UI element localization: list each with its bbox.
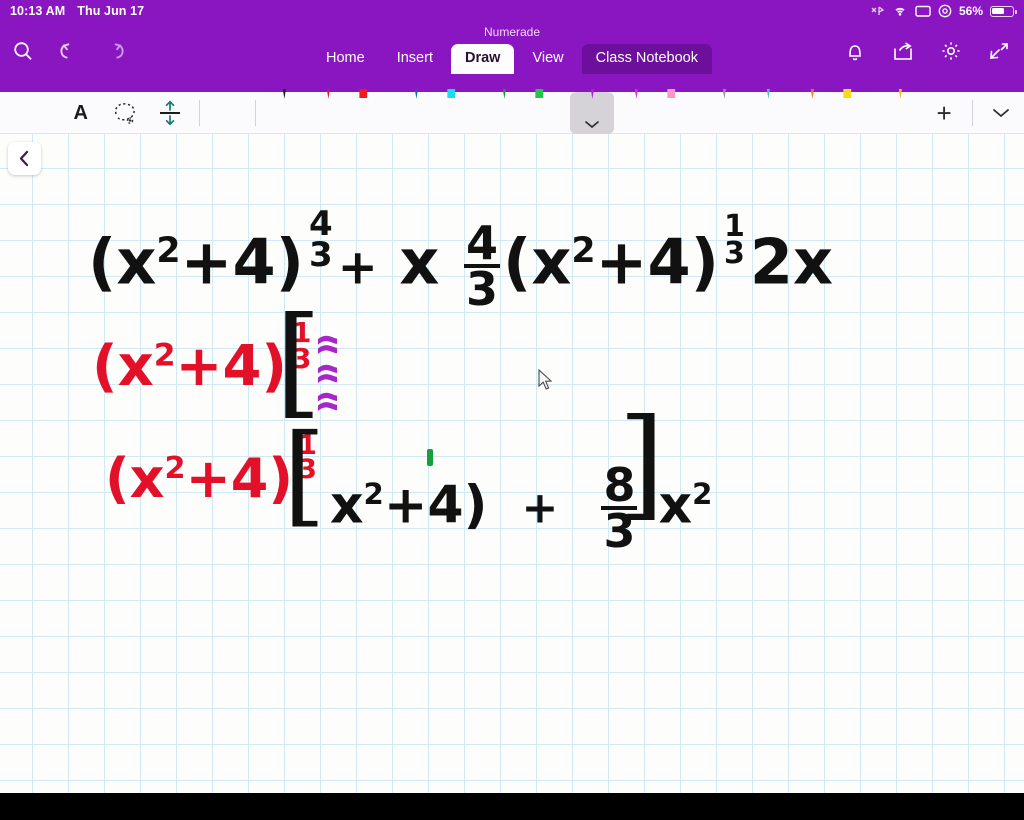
ink-line2-square: 2 xyxy=(153,337,176,374)
ipad-onenote-window: 10:13 AM Thu Jun 17 56% Numerade Home In… xyxy=(0,0,1024,820)
handwriting-line-1: (x2+4) 4 3 + x 4 3 (x2+4) 1 3 2x xyxy=(88,207,833,317)
status-bar-left: 10:13 AM Thu Jun 17 xyxy=(10,4,144,18)
ios-status-bar: 10:13 AM Thu Jun 17 56% xyxy=(0,0,1024,22)
pen-gray[interactable] xyxy=(702,89,746,134)
tab-class-notebook[interactable]: Class Notebook xyxy=(581,44,712,74)
pen-cyan-icon xyxy=(447,89,473,98)
wifi-icon xyxy=(892,5,908,17)
ink-line2-plus: + xyxy=(521,482,559,534)
ink-line2-base: (x xyxy=(92,334,154,399)
tab-home[interactable]: Home xyxy=(312,44,379,74)
ink-line3-close: +4) xyxy=(185,447,294,510)
pen-crimson[interactable] xyxy=(306,89,350,134)
mouse-cursor xyxy=(538,368,554,396)
ink-line2-inner-square: 2 xyxy=(363,476,384,511)
ink-line1-x: x xyxy=(399,225,440,299)
pen-options-chevron-down-icon[interactable] xyxy=(584,116,600,134)
pen-yellow-hl-icon xyxy=(843,89,869,98)
pen-rainbow-icon xyxy=(755,89,781,99)
ink-line1-base2-open: (x xyxy=(503,225,572,299)
bluetooth-activity-icon xyxy=(871,5,885,17)
chevron-down-icon[interactable] xyxy=(979,92,1024,134)
ink-line2-close: +4) xyxy=(175,334,288,399)
ink-line2-bracket-close: ] xyxy=(618,394,665,533)
pen-black-icon xyxy=(271,89,297,99)
ink-line3-base: (x xyxy=(105,447,165,510)
ink-line1-exp-square: 2 xyxy=(156,230,181,271)
pen-orange-icon xyxy=(799,89,825,99)
pen-purple-icon xyxy=(579,89,605,99)
pen-rainbow[interactable] xyxy=(746,89,790,134)
ink-line2-inner-x: x xyxy=(330,475,364,536)
text-tool[interactable]: A xyxy=(59,92,102,134)
ink-line1-fraction-4-3: 4 3 xyxy=(464,216,501,317)
screen-bottom-bezel xyxy=(0,793,1024,820)
ink-line3-bracket-open: [ xyxy=(283,410,326,538)
pen-gold[interactable] xyxy=(878,89,922,134)
battery-percent-label: 56% xyxy=(958,4,983,18)
tab-insert[interactable]: Insert xyxy=(383,44,447,74)
status-date: Thu Jun 17 xyxy=(77,4,145,18)
pen-red[interactable] xyxy=(350,89,394,134)
collapse-navigation-button[interactable] xyxy=(8,142,41,175)
pen-magenta[interactable] xyxy=(614,89,658,134)
add-pen-button[interactable]: + xyxy=(922,92,965,134)
tab-view[interactable]: View xyxy=(518,44,577,74)
purple-scribble-out: ≈ ≈ ≈ xyxy=(313,329,337,415)
ink-line3-square: 2 xyxy=(164,451,186,486)
tab-draw[interactable]: Draw xyxy=(450,44,515,74)
insert-space-tool[interactable] xyxy=(148,92,193,134)
ink-line1-tail-2x: 2x xyxy=(749,225,833,299)
ink-line1-base2-square: 2 xyxy=(571,230,596,271)
ink-line1-power-1-3: 1 3 xyxy=(723,208,745,272)
pen-pink[interactable] xyxy=(658,89,702,134)
lasso-select-tool[interactable] xyxy=(102,92,147,134)
ink-line1-plus: + xyxy=(337,239,378,296)
pen-darkgreen[interactable] xyxy=(482,89,526,134)
ink-line1-base2-close: +4) xyxy=(595,225,719,299)
ink-line2-x-square: 2 xyxy=(692,476,713,511)
pen-orange[interactable] xyxy=(790,89,834,134)
note-canvas[interactable]: (x2+4) 4 3 + x 4 3 (x2+4) 1 3 2x (x2+4) … xyxy=(0,134,1024,793)
pen-purple[interactable] xyxy=(570,89,615,134)
pen-blue[interactable] xyxy=(394,89,438,134)
status-clock: 10:13 AM xyxy=(10,4,66,18)
pen-magenta-icon xyxy=(623,89,649,99)
pen-red-icon xyxy=(359,89,385,98)
pen-list xyxy=(262,89,922,134)
pen-cyan[interactable] xyxy=(438,89,482,134)
battery-icon xyxy=(990,5,1017,17)
collapse-ribbon-icon[interactable] xyxy=(984,36,1014,66)
app-ribbon: Numerade Home Insert Draw View Class Not… xyxy=(0,22,1024,92)
pen-gold-icon xyxy=(887,89,913,99)
gear-icon[interactable] xyxy=(936,36,966,66)
ribbon-right-actions xyxy=(840,36,1014,66)
at-sign-icon xyxy=(938,4,952,18)
pen-darkgreen-icon xyxy=(491,89,517,99)
toolbar-divider-3 xyxy=(971,100,973,126)
pen-green-icon xyxy=(535,89,561,98)
toolbar-divider-2 xyxy=(255,100,257,126)
ink-line1-power-4-3: 4 3 xyxy=(308,204,333,276)
ink-line1-base: (x xyxy=(88,225,157,299)
pen-yellow-hl[interactable] xyxy=(834,89,878,134)
bell-icon[interactable] xyxy=(840,36,870,66)
share-icon[interactable] xyxy=(888,36,918,66)
pen-black[interactable] xyxy=(262,89,306,134)
toolbar-divider-1 xyxy=(199,100,201,126)
pen-pink-icon xyxy=(667,89,693,98)
ink-line1-plus4: +4) xyxy=(180,225,304,299)
screen-mirror-icon xyxy=(915,5,931,18)
ink-line2-inner-rest: +4) xyxy=(383,475,488,536)
pen-blue-icon xyxy=(403,89,429,99)
pen-gray-icon xyxy=(711,89,737,99)
pen-crimson-icon xyxy=(315,89,341,99)
draw-tool-strip: A + xyxy=(0,89,1024,134)
status-bar-right: 56% xyxy=(871,4,1017,18)
eraser-tool[interactable] xyxy=(206,92,249,134)
pen-green[interactable] xyxy=(526,89,570,134)
